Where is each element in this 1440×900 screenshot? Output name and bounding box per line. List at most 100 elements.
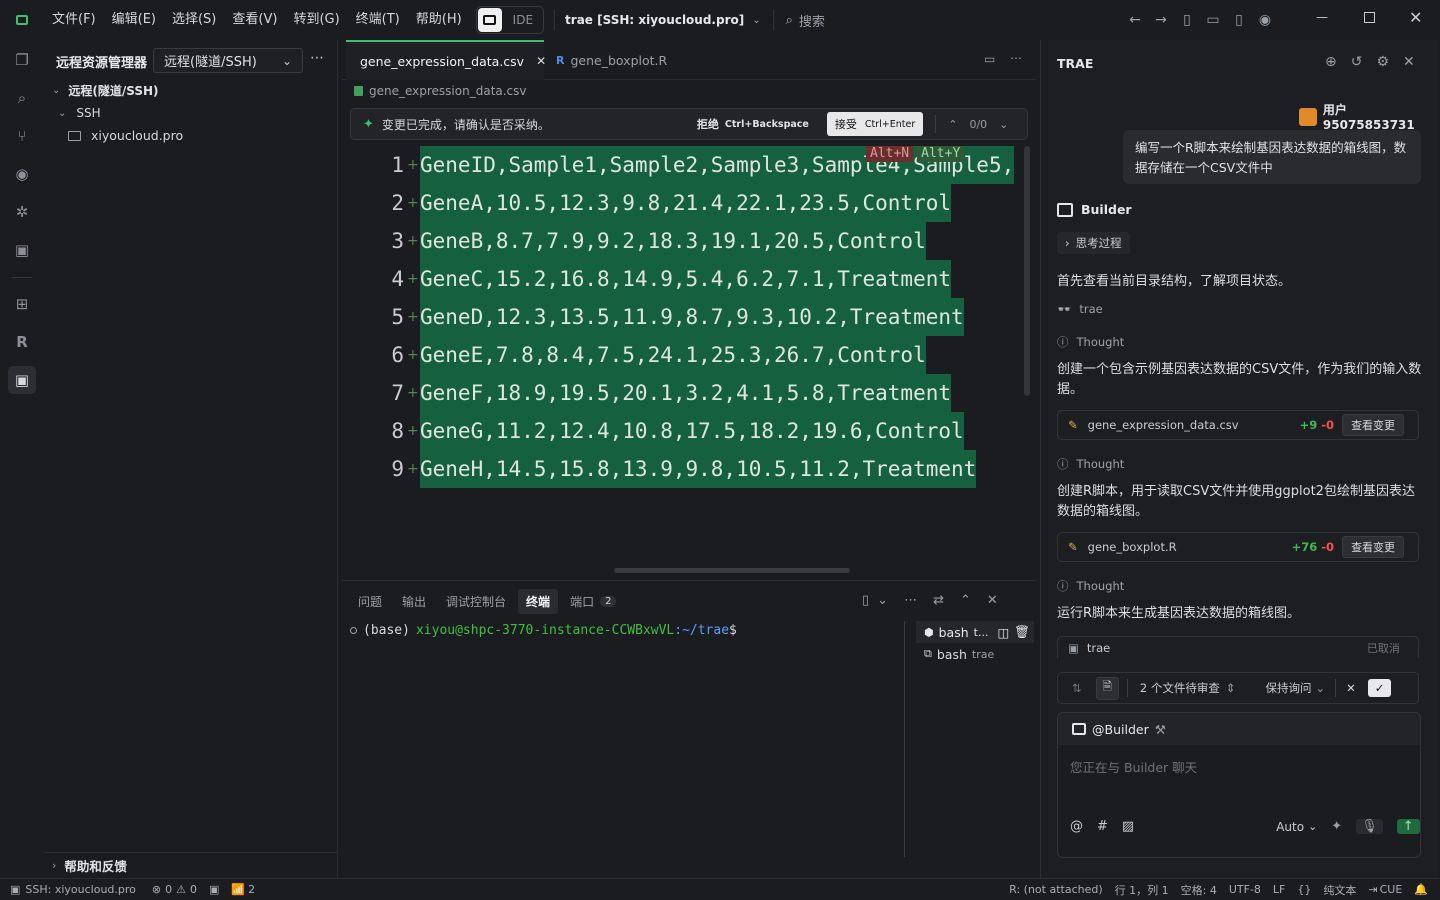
view-changes-button[interactable]: 查看变更	[1342, 536, 1405, 558]
tab-terminal[interactable]: 终端	[518, 589, 559, 614]
send-button[interactable]: ↑	[1396, 819, 1420, 834]
thought-header[interactable]: ⓘ Thought	[1057, 578, 1124, 594]
pending-files-label[interactable]: 2 个文件待审查	[1140, 680, 1220, 696]
split-editor-icon[interactable]: ▭	[984, 52, 995, 66]
next-change-icon[interactable]: ⌄	[999, 118, 1008, 131]
new-chat-icon[interactable]: ⊕	[1325, 54, 1337, 70]
image-upload-icon[interactable]: ▨	[1122, 819, 1134, 834]
source-control-icon[interactable]: ⑂	[8, 122, 36, 150]
extensions-icon[interactable]: ⊞	[8, 290, 36, 318]
r-status[interactable]: R: (not attached)	[1003, 883, 1108, 896]
remote-display-icon[interactable]: ▣	[203, 883, 225, 896]
section-remote-tunnels[interactable]: ⌄ 远程(隧道/SSH)	[52, 82, 159, 99]
thinking-toggle[interactable]: › 思考过程	[1057, 232, 1130, 254]
more-actions-icon[interactable]: ⋯	[310, 50, 324, 66]
menu-terminal[interactable]: 终端(T)	[348, 0, 408, 40]
reject-all-icon[interactable]: ✕	[1346, 681, 1356, 695]
remote-indicator[interactable]: ▣ SSH: xiyoucloud.pro	[0, 883, 146, 896]
file-change-card[interactable]: ✎ gene_boxplot.R +76 -0 查看变更	[1057, 532, 1419, 562]
vertical-scrollbar[interactable]	[1024, 146, 1030, 396]
watch-icon[interactable]: ◉	[8, 160, 36, 188]
terminal-item[interactable]: ⬢ bash t... ◫ 🗑	[916, 621, 1034, 643]
history-icon[interactable]: ↺	[1351, 54, 1363, 70]
indentation[interactable]: 空格: 4	[1175, 882, 1223, 898]
language-brackets[interactable]: {}	[1291, 883, 1317, 896]
toggle-secondary-sidebar-icon[interactable]: ▯	[1226, 7, 1252, 33]
search-icon[interactable]: ⌕	[786, 13, 793, 28]
help-feedback-section[interactable]: › 帮助和反馈	[52, 856, 127, 875]
collapse-icon[interactable]: ⇅	[1072, 681, 1082, 695]
r-language-icon[interactable]: R	[8, 328, 36, 356]
problems-indicator[interactable]: ⊗ 0 ⚠ 0	[146, 883, 203, 896]
search-input[interactable]: 搜索	[799, 11, 1109, 30]
accept-button[interactable]: 接受 Ctrl+Enter	[826, 112, 924, 136]
close-panel-icon[interactable]: ✕	[987, 593, 998, 608]
chat-input[interactable]: 您正在与 Builder 聊天	[1058, 745, 1420, 819]
cue-indicator[interactable]: ⇥ CUE	[1362, 883, 1408, 896]
terminal-dropdown-icon[interactable]: ⌄	[877, 593, 888, 608]
more-actions-icon[interactable]: ⋯	[1010, 51, 1022, 65]
at-mention-icon[interactable]: @	[1070, 819, 1083, 834]
ide-mode-toggle[interactable]: IDE	[475, 6, 545, 34]
panel-layout-icon[interactable]: ⇄	[933, 593, 944, 608]
tab-gene-expression-csv[interactable]: gene_expression_data.csv ✕	[346, 40, 546, 80]
ssh-group[interactable]: ⌄ SSH	[58, 106, 101, 120]
terminal-item[interactable]: ⧉ bash trae	[916, 643, 1034, 665]
split-icon[interactable]: ◫	[997, 625, 1009, 640]
view-changes-button[interactable]: 查看变更	[1342, 414, 1405, 436]
ports-indicator[interactable]: 📶 2	[225, 883, 261, 896]
remote-explorer-icon[interactable]: ▣	[8, 366, 36, 394]
ssh-host-item[interactable]: xiyoucloud.pro	[68, 128, 183, 143]
breadcrumb[interactable]: gene_expression_data.csv	[354, 84, 527, 98]
reject-button[interactable]: 拒绝 Ctrl+Backspace	[697, 116, 809, 132]
maximize-panel-icon[interactable]: ⌃	[960, 593, 971, 608]
tab-ports[interactable]: 端口 2	[562, 589, 624, 614]
remote-type-dropdown[interactable]: 远程(隧道/SSH) ⌄	[153, 48, 303, 73]
tab-problems[interactable]: 问题	[350, 589, 390, 614]
terminal-output[interactable]: (base) xiyou@shpc-3770-instance-CCWBxwVL…	[350, 623, 737, 638]
workspace-title[interactable]: trae [SSH: xiyoucloud.pro]	[565, 13, 744, 27]
forward-arrow-icon[interactable]: →	[1148, 7, 1174, 33]
file-change-card[interactable]: ✎ gene_expression_data.csv +9 -0 查看变更	[1057, 410, 1419, 440]
tab-output[interactable]: 输出	[394, 589, 434, 614]
menu-view[interactable]: 查看(V)	[224, 0, 285, 40]
account-icon[interactable]: ◉	[1252, 7, 1278, 33]
command-card[interactable]: ▣ trae 已取消	[1057, 636, 1419, 658]
notifications-icon[interactable]: 🔔	[1408, 883, 1440, 896]
code-view[interactable]: 1 + GeneID,Sample1,Sample2,Sample3,Sample4…	[342, 146, 1032, 496]
trash-icon[interactable]: 🗑	[1014, 624, 1030, 640]
remote-display-icon[interactable]: ▣	[8, 236, 36, 264]
sparkle-icon[interactable]: ✦	[1331, 819, 1342, 834]
menu-file[interactable]: 文件(F)	[44, 0, 104, 40]
close-icon[interactable]: ✕	[1403, 54, 1415, 70]
thought-header[interactable]: ⓘ Thought	[1057, 456, 1124, 472]
hash-context-icon[interactable]: #	[1097, 819, 1108, 834]
thought-header[interactable]: ⓘ Thought	[1057, 334, 1124, 350]
settings-icon[interactable]: ⚙	[1376, 54, 1389, 70]
more-actions-icon[interactable]: ⋯	[904, 593, 917, 608]
menu-help[interactable]: 帮助(H)	[408, 0, 470, 40]
close-tab-icon[interactable]: ✕	[536, 54, 546, 68]
previous-change-icon[interactable]: ⌃	[948, 118, 957, 131]
minimize-button[interactable]: —	[1316, 10, 1328, 24]
file-review-icon[interactable]: 🗎	[1095, 676, 1119, 700]
encoding[interactable]: UTF-8	[1223, 883, 1267, 896]
microphone-icon[interactable]: 🎙	[1356, 819, 1383, 834]
close-window-button[interactable]: ✕	[1409, 8, 1422, 27]
search-icon[interactable]: ⌕	[8, 84, 36, 112]
toggle-sidebar-icon[interactable]: ▯	[1174, 7, 1200, 33]
accept-all-icon[interactable]: ✓	[1367, 679, 1392, 697]
toggle-panel-icon[interactable]: ▭	[1200, 7, 1226, 33]
tab-debug-console[interactable]: 调试控制台	[438, 589, 514, 614]
model-selector[interactable]: Auto	[1276, 820, 1304, 834]
chevron-down-icon[interactable]: ⌄	[752, 15, 760, 26]
debug-icon[interactable]: ✲	[8, 198, 36, 226]
horizontal-scrollbar[interactable]	[614, 568, 850, 573]
line-ending[interactable]: LF	[1267, 883, 1291, 896]
keep-ask-dropdown[interactable]: 保持询问	[1266, 680, 1312, 696]
menu-edit[interactable]: 编辑(E)	[104, 0, 164, 40]
tools-icon[interactable]: ⚒	[1155, 722, 1166, 737]
menu-select[interactable]: 选择(S)	[164, 0, 224, 40]
menu-goto[interactable]: 转到(G)	[285, 0, 347, 40]
tool-call[interactable]: 👓 trae	[1057, 302, 1103, 316]
